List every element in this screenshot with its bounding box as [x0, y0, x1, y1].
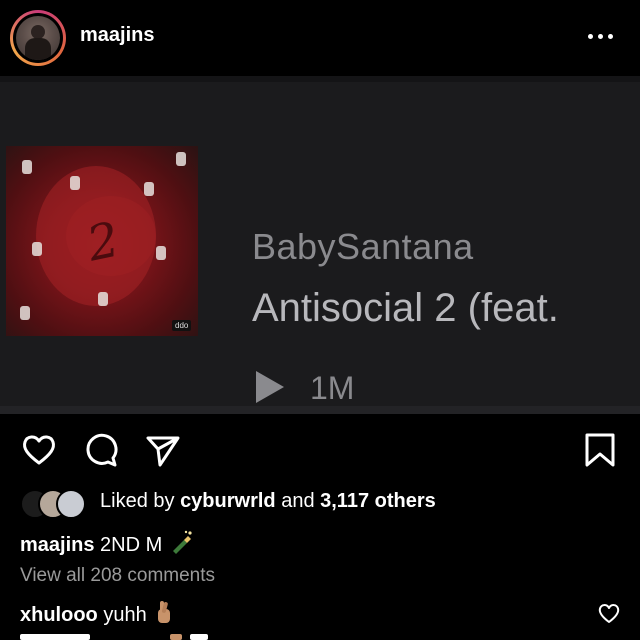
post-caption: maajins 2ND M	[20, 529, 194, 561]
comment-text: yuhh	[103, 604, 147, 626]
artist-name: BabySantana	[252, 226, 474, 267]
comment-item: xhulooo yuhh	[20, 599, 176, 631]
heart-icon[interactable]	[21, 432, 57, 468]
view-all-comments-link[interactable]: View all 208 comments	[20, 565, 215, 587]
likes-row[interactable]: Liked by cyburwrld and 3,117 others	[20, 486, 620, 519]
likes-user[interactable]: cyburwrld	[180, 490, 276, 512]
post-header: maajins	[0, 0, 640, 76]
avatar[interactable]	[10, 10, 66, 66]
crossed-fingers-icon	[152, 599, 176, 631]
caption-text: 2ND M	[100, 534, 163, 556]
album-cover-label: ddo	[172, 320, 192, 331]
play-count: 1M	[310, 370, 355, 406]
next-comment-peek	[20, 632, 220, 640]
post-username[interactable]: maajins	[80, 24, 154, 47]
action-bar	[0, 414, 640, 484]
comment-like-heart-icon[interactable]	[597, 601, 621, 625]
track-title: Antisocial 2 (feat.	[252, 286, 559, 330]
likes-text: Liked by cyburwrld and 3,117 others	[100, 490, 436, 513]
play-icon[interactable]	[256, 371, 284, 403]
avatar-photo	[16, 16, 60, 60]
bookmark-icon[interactable]	[582, 432, 618, 468]
album-cover: 2 ddo	[6, 146, 198, 336]
likes-count[interactable]: 3,117 others	[320, 490, 436, 512]
comment-bubble-icon[interactable]	[83, 432, 119, 468]
liker-avatar	[56, 489, 86, 519]
likes-middle: and	[275, 490, 321, 512]
caption-username[interactable]: maajins	[20, 534, 94, 556]
post-media[interactable]: 2 ddo BabySantana Antisocial 2 (feat. 1M	[0, 76, 640, 414]
paper-plane-icon[interactable]	[145, 432, 181, 468]
champagne-bottle-icon	[168, 529, 194, 561]
comment-username[interactable]: xhulooo	[20, 604, 98, 626]
more-options-icon[interactable]	[588, 32, 618, 42]
likes-prefix: Liked by	[100, 490, 181, 512]
